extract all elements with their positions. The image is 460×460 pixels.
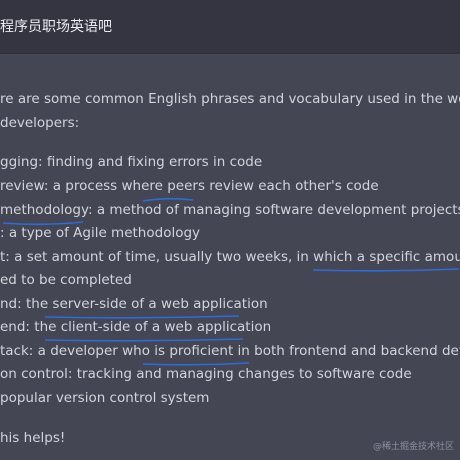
- list-item: popular version control system: [0, 390, 210, 406]
- intro-line: re are some common English phrases and v…: [0, 91, 460, 107]
- watermark: @稀土掘金技术社区: [372, 442, 454, 452]
- list-item: t: a set amount of time, usually two wee…: [0, 249, 460, 265]
- list-item: gging: finding and fixing errors in code: [0, 154, 263, 170]
- closing-line: his helps!: [0, 430, 66, 446]
- list-item: on control: tracking and managing change…: [0, 366, 412, 382]
- chat-title: 程序员职场英语吧: [0, 19, 112, 35]
- list-item: : a type of Agile methodology: [0, 225, 201, 241]
- list-item: ed to be completed: [0, 272, 132, 288]
- list-item: nd: the server-side of a web application: [0, 296, 268, 312]
- list-item: methodology: a method of managing softwa…: [0, 202, 460, 218]
- assistant-message: re are some common English phrases and v…: [0, 53, 460, 460]
- list-item: tack: a developer who is proficient in b…: [0, 343, 460, 359]
- list-item: end: the client-side of a web applicatio…: [0, 319, 272, 335]
- underline-annotation: [312, 267, 460, 273]
- list-item: review: a process where peers review eac…: [0, 178, 379, 194]
- chat-header: 程序员职场英语吧: [0, 0, 460, 54]
- intro-line: developers:: [0, 115, 80, 131]
